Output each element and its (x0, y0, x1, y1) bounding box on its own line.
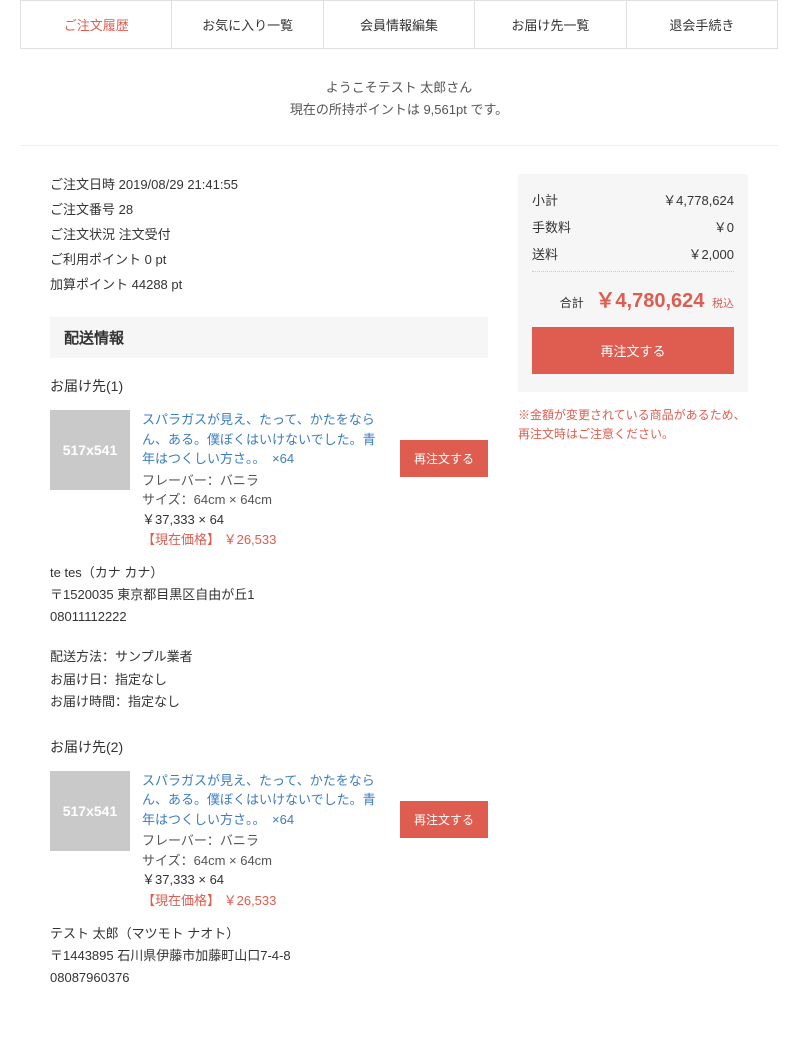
added-points: 44288 pt (132, 277, 183, 292)
tab-member-edit[interactable]: 会員情報編集 (324, 1, 475, 48)
total-tax-label: 税込 (712, 298, 734, 310)
account-tabs: ご注文履歴 お気に入り一覧 会員情報編集 お届け先一覧 退会手続き (20, 0, 778, 49)
destination-block: お届け先(1) 517x541 スパラガスが見え、たって、かたをならん、ある。僕… (50, 376, 488, 713)
subtotal-label: 小計 (532, 190, 558, 209)
product-unit-price: ￥37,333 × 64 (142, 870, 388, 890)
destination-block: お届け先(2) 517x541 スパラガスが見え、たって、かたをならん、ある。僕… (50, 737, 488, 989)
used-points-label: ご利用ポイント (50, 252, 141, 267)
order-datetime: 2019/08/29 21:41:55 (119, 177, 238, 192)
recipient-tel: 08011112222 (50, 606, 488, 628)
total-label: 合計 (560, 296, 584, 310)
destination-title: お届け先(1) (50, 376, 488, 396)
destination-title: お届け先(2) (50, 737, 488, 757)
product-flavor: フレーバー：バニラ (142, 471, 388, 491)
product-current-price: 【現在価格】 ￥26,533 (142, 890, 388, 909)
order-status: 注文受付 (119, 227, 171, 242)
product-unit-price: ￥37,333 × 64 (142, 510, 388, 530)
welcome-line1: ようこそテスト 太郎さん (0, 77, 798, 99)
recipient-name: テスト 太郎（マツモト ナオト） (50, 923, 488, 945)
price-change-warning: ※金額が変更されている商品があるため、再注文時はご注意ください。 (518, 406, 748, 444)
shipping-date: お届け日：指定なし (50, 669, 488, 691)
order-datetime-label: ご注文日時 (50, 177, 115, 192)
tab-order-history[interactable]: ご注文履歴 (21, 1, 172, 48)
shipping-fee-value: ￥2,000 (688, 244, 734, 263)
order-number: 28 (119, 202, 133, 217)
product-thumbnail: 517x541 (50, 771, 130, 851)
order-metadata: ご注文日時 2019/08/29 21:41:55 ご注文番号 28 ご注文状況… (50, 174, 488, 293)
recipient-address: te tes（カナ カナ） 〒1520035 東京都目黒区自由が丘1 08011… (50, 562, 488, 628)
recipient-postal: 〒1443895 石川県伊藤市加藤町山口7-4-8 (50, 945, 488, 967)
reorder-item-button[interactable]: 再注文する (400, 801, 488, 838)
used-points: 0 pt (145, 252, 167, 267)
shipping-method: 配送方法：サンプル業者 (50, 646, 488, 668)
product-current-price: 【現在価格】 ￥26,533 (142, 529, 388, 548)
product-flavor: フレーバー：バニラ (142, 831, 388, 851)
shipping-details: 配送方法：サンプル業者 お届け日：指定なし お届け時間：指定なし (50, 646, 488, 712)
shipping-fee-label: 送料 (532, 244, 558, 263)
recipient-tel: 08087960376 (50, 967, 488, 989)
product-name-link[interactable]: スパラガスが見え、たって、かたをならん、ある。僕ぼくはいけないでした。青年はつく… (142, 410, 388, 469)
product-size: サイズ：64cm × 64cm (142, 490, 388, 510)
shipping-time: お届け時間：指定なし (50, 691, 488, 713)
tab-shipping-list[interactable]: お届け先一覧 (475, 1, 626, 48)
order-number-label: ご注文番号 (50, 202, 115, 217)
product-size: サイズ：64cm × 64cm (142, 851, 388, 871)
recipient-name: te tes（カナ カナ） (50, 562, 488, 584)
total-amount: ￥4,780,624 (595, 290, 704, 312)
welcome-line2: 現在の所持ポイントは 9,561pt です。 (0, 99, 798, 121)
welcome-message: ようこそテスト 太郎さん 現在の所持ポイントは 9,561pt です。 (0, 49, 798, 145)
fee-value: ￥0 (714, 217, 734, 236)
order-summary: 小計 ￥4,778,624 手数料 ￥0 送料 ￥2,000 合計 ￥4,780… (518, 174, 748, 392)
reorder-item-button[interactable]: 再注文する (400, 440, 488, 477)
tab-favorites[interactable]: お気に入り一覧 (172, 1, 323, 48)
tab-withdraw[interactable]: 退会手続き (627, 1, 777, 48)
order-status-label: ご注文状況 (50, 227, 115, 242)
recipient-postal: 〒1520035 東京都目黒区自由が丘1 (50, 584, 488, 606)
reorder-order-button[interactable]: 再注文する (532, 327, 734, 374)
product-name-link[interactable]: スパラガスが見え、たって、かたをならん、ある。僕ぼくはいけないでした。青年はつく… (142, 771, 388, 830)
added-points-label: 加算ポイント (50, 277, 128, 292)
shipping-info-header: 配送情報 (50, 317, 488, 358)
fee-label: 手数料 (532, 217, 571, 236)
recipient-address: テスト 太郎（マツモト ナオト） 〒1443895 石川県伊藤市加藤町山口7-4… (50, 923, 488, 989)
subtotal-value: ￥4,778,624 (663, 190, 734, 209)
product-thumbnail: 517x541 (50, 410, 130, 490)
